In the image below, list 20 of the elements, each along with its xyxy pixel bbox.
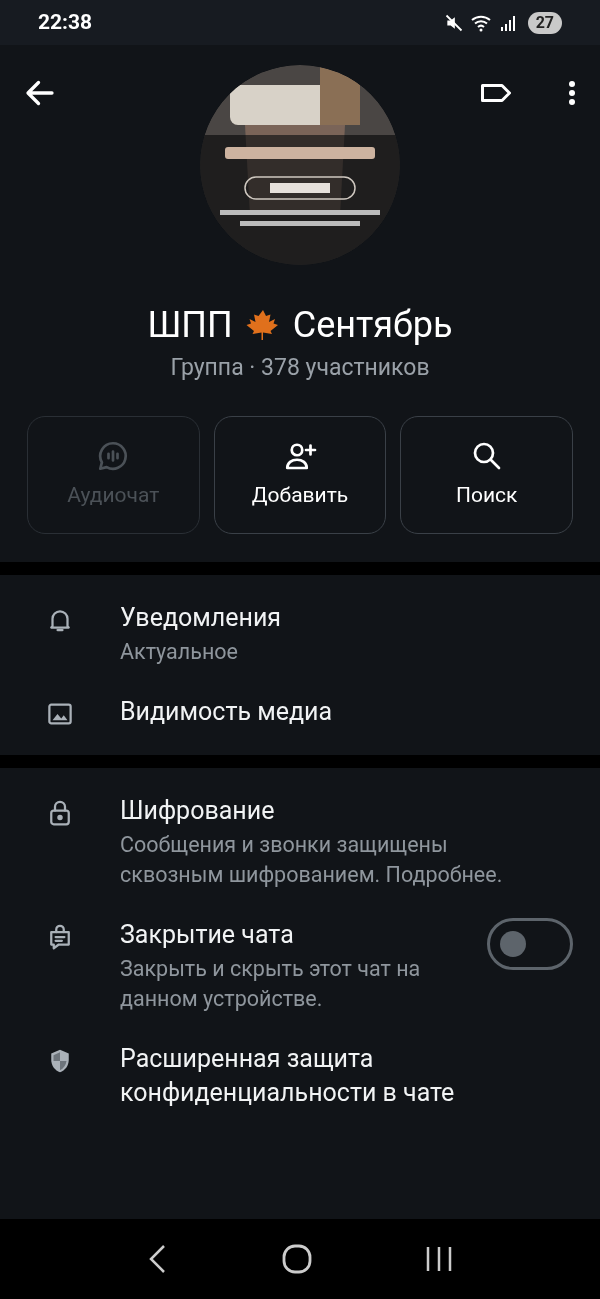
row-title: Расширенная защита конфиденциальности в чате bbox=[120, 1042, 456, 1109]
row-subtitle: Сообщения и звонки защищены сквозным шифрованием. Подробнее. bbox=[120, 830, 504, 889]
group-subtitle: Группа · 378 участников bbox=[170, 353, 430, 383]
row-subtitle: Закрыть и скрыть этот чат на данном устройстве. bbox=[120, 954, 422, 1013]
row-subtitle: Актуальное bbox=[120, 637, 239, 666]
settings-row[interactable]: Уведомления Актуальное bbox=[0, 586, 600, 681]
row-title: Видимость медиа bbox=[120, 695, 334, 728]
group-title: ШПП bbox=[147, 303, 233, 347]
settings-row[interactable]: Шифрование Сообщения и звонки защищены сквозным шифрованием. Подробнее. bbox=[0, 779, 600, 904]
row-title: Закрытие чата bbox=[120, 918, 295, 951]
row-title: Уведомления bbox=[120, 601, 283, 634]
settings-row[interactable]: Закрытие чата Закрыть и скрыть этот чат на данном устройстве. bbox=[0, 903, 600, 1028]
group-title: Сентябрь bbox=[292, 303, 453, 347]
action-button[interactable]: Добавить bbox=[213, 415, 387, 534]
battery-indicator: 27 bbox=[527, 11, 562, 34]
action-button[interactable]: Поиск bbox=[400, 415, 573, 534]
settings-row[interactable]: Расширенная защита конфиденциальности в чате bbox=[0, 1027, 600, 1124]
status-time: 22:38 bbox=[38, 8, 93, 36]
settings-row[interactable]: Видимость медиа bbox=[0, 680, 600, 743]
row-title: Шифрование bbox=[120, 794, 276, 827]
